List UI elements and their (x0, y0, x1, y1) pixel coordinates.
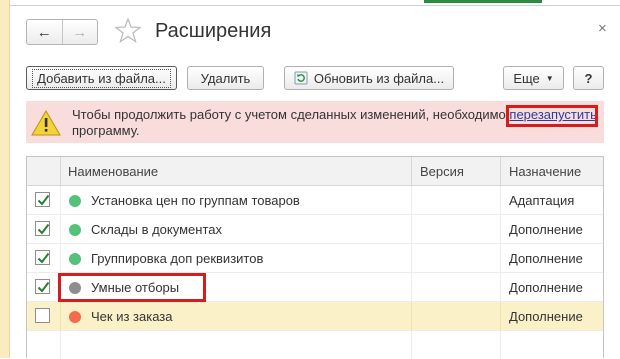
delete-label: Удалить (200, 70, 251, 86)
row-checkbox[interactable] (35, 279, 50, 294)
warning-icon (31, 110, 61, 136)
row-purpose: Дополнение (509, 251, 583, 266)
left-panel-strip (0, 0, 10, 358)
refresh-icon (294, 71, 308, 85)
cell-divider (411, 186, 412, 215)
row-name: Чек из заказа (91, 309, 173, 324)
cell-divider (411, 244, 412, 273)
column-header-version[interactable]: Версия (420, 157, 464, 186)
cell-divider (60, 215, 61, 244)
back-button[interactable]: ← (27, 20, 63, 44)
table-row[interactable]: Установка цен по группам товаров Адаптац… (27, 186, 603, 215)
row-checkbox[interactable] (35, 308, 50, 323)
checkmark-icon (37, 223, 50, 235)
row-highlight (58, 273, 206, 302)
page-title: Расширения (155, 20, 272, 42)
cell-divider (60, 186, 61, 215)
row-purpose: Дополнение (509, 280, 583, 295)
header-divider (500, 157, 501, 186)
cell-divider (500, 186, 501, 215)
header-divider (60, 157, 61, 186)
status-dot-icon (69, 195, 81, 207)
row-name: Группировка доп реквизитов (91, 251, 264, 266)
arrow-left-icon: ← (36, 23, 52, 41)
row-purpose: Дополнение (509, 222, 583, 237)
extensions-table: Наименование Версия Назначение Установка… (26, 156, 604, 359)
help-button[interactable]: ? (573, 66, 604, 90)
column-header-name[interactable]: Наименование (68, 157, 158, 186)
checkmark-icon (37, 281, 50, 293)
cell-divider (500, 302, 501, 331)
status-dot-icon (69, 311, 81, 323)
chevron-down-icon: ▼ (545, 73, 554, 83)
header-divider (411, 157, 412, 186)
row-checkbox[interactable] (35, 250, 50, 265)
update-from-file-button[interactable]: Обновить из файла... (284, 66, 454, 90)
star-icon[interactable] (114, 16, 142, 44)
checkmark-icon (37, 194, 50, 206)
row-purpose: Дополнение (509, 309, 583, 324)
row-purpose: Адаптация (509, 193, 575, 208)
cell-divider (411, 273, 412, 302)
restart-link-highlight (506, 105, 598, 127)
delete-button[interactable]: Удалить (187, 66, 264, 90)
add-from-file-button[interactable]: Добавить из файла... (26, 66, 177, 90)
more-button[interactable]: Еще ▼ (503, 66, 564, 90)
warning-text-after: программу. (72, 123, 140, 138)
column-divider (500, 331, 501, 359)
table-header: Наименование Версия Назначение (27, 157, 603, 186)
cell-divider (500, 273, 501, 302)
cell-divider (411, 215, 412, 244)
cell-divider (411, 302, 412, 331)
row-checkbox[interactable] (35, 192, 50, 207)
column-divider (60, 331, 61, 359)
more-label: Еще (513, 70, 540, 86)
cell-divider (60, 244, 61, 273)
checkmark-icon (37, 252, 50, 264)
row-name: Установка цен по группам товаров (91, 193, 300, 208)
add-from-file-label: Добавить из файла... (32, 68, 171, 88)
cell-divider (500, 215, 501, 244)
forward-button[interactable]: → (63, 20, 98, 44)
row-name: Склады в документах (91, 222, 222, 237)
column-divider (411, 331, 412, 359)
cell-divider (500, 244, 501, 273)
table-row-selected[interactable]: Чек из заказа Дополнение (27, 302, 603, 331)
active-tab-indicator (424, 0, 542, 4)
help-label: ? (584, 70, 593, 86)
column-header-purpose[interactable]: Назначение (509, 157, 581, 186)
close-icon[interactable]: × (598, 20, 607, 37)
update-from-file-label: Обновить из файла... (313, 70, 445, 86)
arrow-right-icon: → (72, 23, 88, 41)
cell-divider (60, 302, 61, 331)
table-row[interactable]: Группировка доп реквизитов Дополнение (27, 244, 603, 273)
row-checkbox[interactable] (35, 221, 50, 236)
navigation-buttons: ← → (26, 19, 98, 45)
status-dot-icon (69, 224, 81, 236)
status-dot-icon (69, 253, 81, 265)
warning-text-before: Чтобы продолжить работу с учетом сделанн… (72, 107, 506, 122)
table-row[interactable]: Склады в документах Дополнение (27, 215, 603, 244)
